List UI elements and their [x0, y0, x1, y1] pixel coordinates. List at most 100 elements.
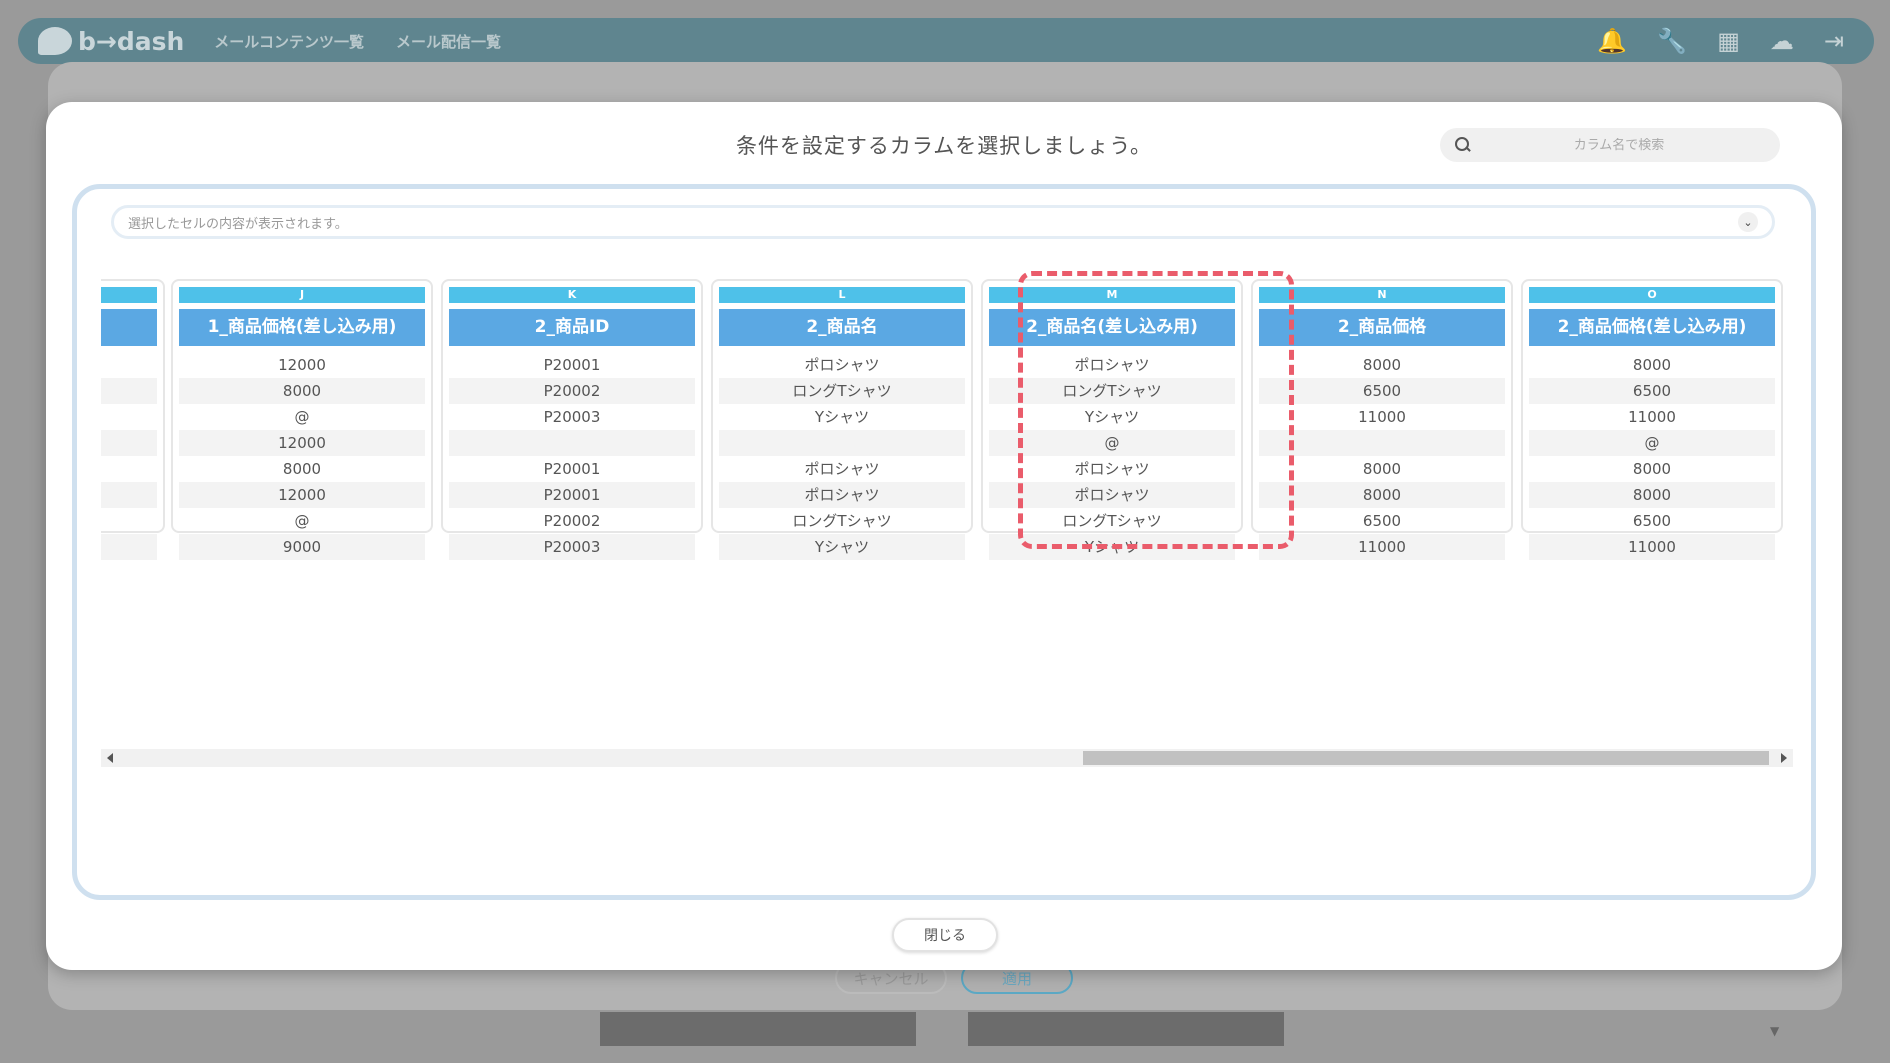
chevron-down-icon[interactable]: ⌄ — [1738, 212, 1758, 232]
column-name: 2_商品価格(差し込み用) — [1529, 309, 1775, 346]
column-search-input[interactable] — [1472, 137, 1766, 153]
partial-column[interactable] — [101, 279, 165, 560]
column-name — [101, 309, 157, 346]
table-cell — [101, 482, 157, 508]
column-letter: J — [179, 287, 425, 303]
table-cell — [719, 430, 965, 456]
table-cell — [449, 430, 695, 456]
table-cell: 8000 — [1362, 356, 1402, 374]
table-cell — [101, 508, 157, 534]
column-n[interactable]: N 2_商品価格 8000 6500 11000 8000 8000 6500 … — [1251, 279, 1513, 560]
nav-mail-content-list[interactable]: メールコンテンツ一覧 — [214, 31, 364, 52]
column-cells: 8000 6500 11000 8000 8000 6500 11000 — [1259, 352, 1505, 560]
grid-icon[interactable]: ▦ — [1717, 27, 1740, 55]
column-cells: ポロシャツ ロングTシャツ Yシャツ @ ポロシャツ ポロシャツ ロングTシャツ… — [989, 352, 1235, 560]
table-cell: 11000 — [1529, 534, 1775, 560]
caret-down-icon: ▼ — [1770, 1024, 1780, 1038]
table-cell — [101, 352, 157, 378]
table-cell: ロングTシャツ — [1062, 512, 1162, 530]
table-cell: 6500 — [1362, 512, 1402, 530]
horizontal-scrollbar[interactable] — [101, 749, 1793, 767]
column-k[interactable]: K 2_商品ID P20001 P20002 P20003 P20001 P20… — [441, 279, 703, 560]
table-cell: 8000 — [1632, 460, 1672, 478]
column-j[interactable]: J 1_商品価格(差し込み用) 12000 8000 @ 12000 8000 … — [171, 279, 433, 560]
close-button[interactable]: 閉じる — [892, 918, 998, 952]
scrollbar-thumb[interactable] — [1083, 751, 1769, 765]
table-cell: 6500 — [1529, 378, 1775, 404]
column-cells: 8000 6500 11000 @ 8000 8000 6500 11000 — [1529, 352, 1775, 560]
table-cell — [101, 430, 157, 456]
column-grid-frame: 選択したセルの内容が表示されます。 ⌄ J 1_商品価格(差し込み用) 1200… — [72, 184, 1816, 900]
table-cell: ポロシャツ — [804, 356, 880, 374]
table-cell: P20002 — [449, 378, 695, 404]
scroll-right-icon[interactable] — [1781, 753, 1787, 763]
table-cell: ロングTシャツ — [719, 378, 965, 404]
column-o[interactable]: O 2_商品価格(差し込み用) 8000 6500 11000 @ 8000 8… — [1521, 279, 1783, 560]
column-cells: ポロシャツ ロングTシャツ Yシャツ ポロシャツ ポロシャツ ロングTシャツ Y… — [719, 352, 965, 560]
column-letter: N — [1259, 287, 1505, 303]
table-cell: 11000 — [1259, 534, 1505, 560]
table-cell — [101, 456, 157, 482]
table-cell: ロングTシャツ — [792, 512, 892, 530]
logo-mark-icon — [38, 27, 72, 55]
column-cells: P20001 P20002 P20003 P20001 P20001 P2000… — [449, 352, 695, 560]
column-m[interactable]: M 2_商品名(差し込み用) ポロシャツ ロングTシャツ Yシャツ @ ポロシャ… — [981, 279, 1243, 560]
table-cell: @ — [1529, 430, 1775, 456]
table-cell: P20001 — [543, 460, 601, 478]
table-cell: 11000 — [1358, 408, 1406, 426]
column-name: 2_商品価格 — [1259, 309, 1505, 346]
top-nav: メールコンテンツ一覧 メール配信一覧 — [214, 31, 501, 52]
background-image-thumbnail — [968, 1012, 1284, 1046]
column-letter: K — [449, 287, 695, 303]
logo-text: b→dash — [78, 26, 185, 56]
background-image-thumbnail — [600, 1012, 916, 1046]
table-cell: ポロシャツ — [719, 482, 965, 508]
table-cell — [101, 404, 157, 430]
table-cell: ポロシャツ — [1074, 356, 1150, 374]
table-cell: ロングTシャツ — [989, 378, 1235, 404]
table-cell: 6500 — [1259, 378, 1505, 404]
table-cell — [1259, 430, 1505, 456]
table-cell: P20001 — [449, 482, 695, 508]
table-cell: 12000 — [179, 430, 425, 456]
table-cell: ポロシャツ — [804, 460, 880, 478]
column-l[interactable]: L 2_商品名 ポロシャツ ロングTシャツ Yシャツ ポロシャツ ポロシャツ ロ… — [711, 279, 973, 560]
table-cell: P20002 — [543, 512, 601, 530]
column-letter: L — [719, 287, 965, 303]
table-cell: Yシャツ — [719, 534, 965, 560]
cell-preview-field[interactable]: 選択したセルの内容が表示されます。 ⌄ — [111, 205, 1775, 239]
column-grid: J 1_商品価格(差し込み用) 12000 8000 @ 12000 8000 … — [101, 279, 1787, 729]
cloud-icon[interactable]: ☁ — [1770, 27, 1794, 55]
column-name: 1_商品価格(差し込み用) — [179, 309, 425, 346]
table-cell: 12000 — [278, 356, 326, 374]
table-cell: 8000 — [1529, 482, 1775, 508]
table-cell: 8000 — [179, 378, 425, 404]
wrench-icon[interactable]: 🔧 — [1657, 27, 1687, 55]
top-navigation-bar: b→dash メールコンテンツ一覧 メール配信一覧 🔔 🔧 ▦ ☁ ⇥ — [18, 18, 1874, 64]
table-cell: 12000 — [179, 482, 425, 508]
column-select-modal: 条件を設定するカラムを選択しましょう。 選択したセルの内容が表示されます。 ⌄ — [46, 102, 1842, 970]
table-cell: Yシャツ — [989, 534, 1235, 560]
logo[interactable]: b→dash — [38, 27, 184, 56]
table-cell: 8000 — [1259, 482, 1505, 508]
table-cell: ポロシャツ — [1074, 460, 1150, 478]
table-cell — [101, 534, 157, 560]
column-letter: M — [989, 287, 1235, 303]
search-icon — [1454, 136, 1472, 154]
cell-preview-placeholder: 選択したセルの内容が表示されます。 — [128, 216, 348, 232]
nav-mail-delivery-list[interactable]: メール配信一覧 — [396, 31, 501, 52]
table-cell: @ — [294, 512, 310, 530]
column-name: 2_商品名(差し込み用) — [989, 309, 1235, 346]
column-letter — [101, 287, 157, 303]
column-search-box — [1440, 128, 1780, 162]
table-cell: 9000 — [179, 534, 425, 560]
table-cell: ポロシャツ — [989, 482, 1235, 508]
logout-icon[interactable]: ⇥ — [1824, 27, 1844, 55]
table-cell: 8000 — [1632, 356, 1672, 374]
column-name: 2_商品ID — [449, 309, 695, 346]
table-cell: P20003 — [543, 408, 601, 426]
table-cell: 11000 — [1628, 408, 1676, 426]
scroll-left-icon[interactable] — [107, 753, 113, 763]
bell-icon[interactable]: 🔔 — [1597, 27, 1627, 55]
table-cell — [101, 378, 157, 404]
